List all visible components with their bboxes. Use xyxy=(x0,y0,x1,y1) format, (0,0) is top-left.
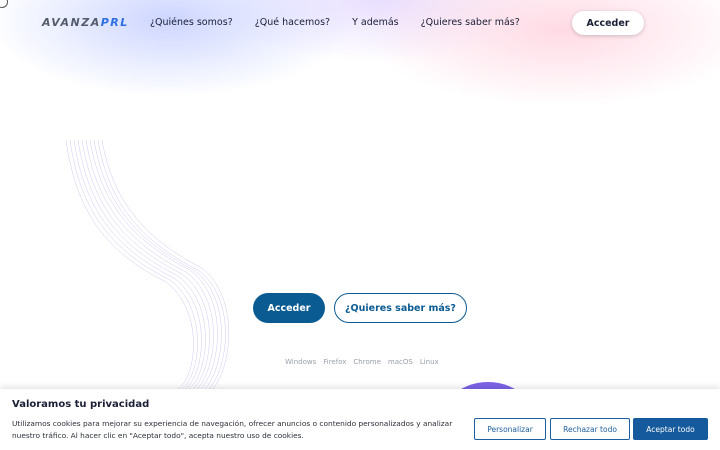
logo[interactable]: AVANZAPRL xyxy=(42,16,129,29)
site-header: AVANZAPRL ¿Quiénes somos? ¿Qué hacemos? … xyxy=(0,0,720,46)
hero-login-button[interactable]: Acceder xyxy=(253,293,325,323)
nav-item-que-hacemos[interactable]: ¿Qué hacemos? xyxy=(255,17,330,28)
cookie-description: Utilizamos cookies para mejorar su exper… xyxy=(12,419,453,440)
main-nav: ¿Quiénes somos? ¿Qué hacemos? Y además ¿… xyxy=(150,17,542,28)
logo-text-prl: PRL xyxy=(100,16,129,29)
nav-item-quienes-somos[interactable]: ¿Quiénes somos? xyxy=(150,17,233,28)
cookie-consent-banner: Valoramos tu privacidad Utilizamos cooki… xyxy=(0,389,720,450)
platform-chrome: Chrome xyxy=(353,358,381,366)
platform-windows: Windows xyxy=(285,358,317,366)
cookie-customize-button[interactable]: Personalizar xyxy=(474,418,546,440)
platform-firefox: Firefox xyxy=(323,358,347,366)
decorative-wave-lines xyxy=(65,140,229,390)
cookie-title: Valoramos tu privacidad xyxy=(12,399,150,410)
cookie-accept-button[interactable]: Aceptar todo xyxy=(633,418,708,440)
hero-learn-more-button[interactable]: ¿Quieres saber más? xyxy=(334,293,467,323)
cookie-reject-button[interactable]: Rechazar todo xyxy=(550,418,630,440)
nav-item-quieres-saber-mas[interactable]: ¿Quieres saber más? xyxy=(421,17,520,28)
platform-linux: Linux xyxy=(419,358,439,366)
header-login-button[interactable]: Acceder xyxy=(572,11,644,35)
platform-macos: macOS xyxy=(387,358,413,366)
nav-item-y-ademas[interactable]: Y además xyxy=(352,17,399,28)
logo-text-avanza: AVANZA xyxy=(42,16,101,29)
supported-platforms: Windows Firefox Chrome macOS Linux xyxy=(285,358,439,366)
